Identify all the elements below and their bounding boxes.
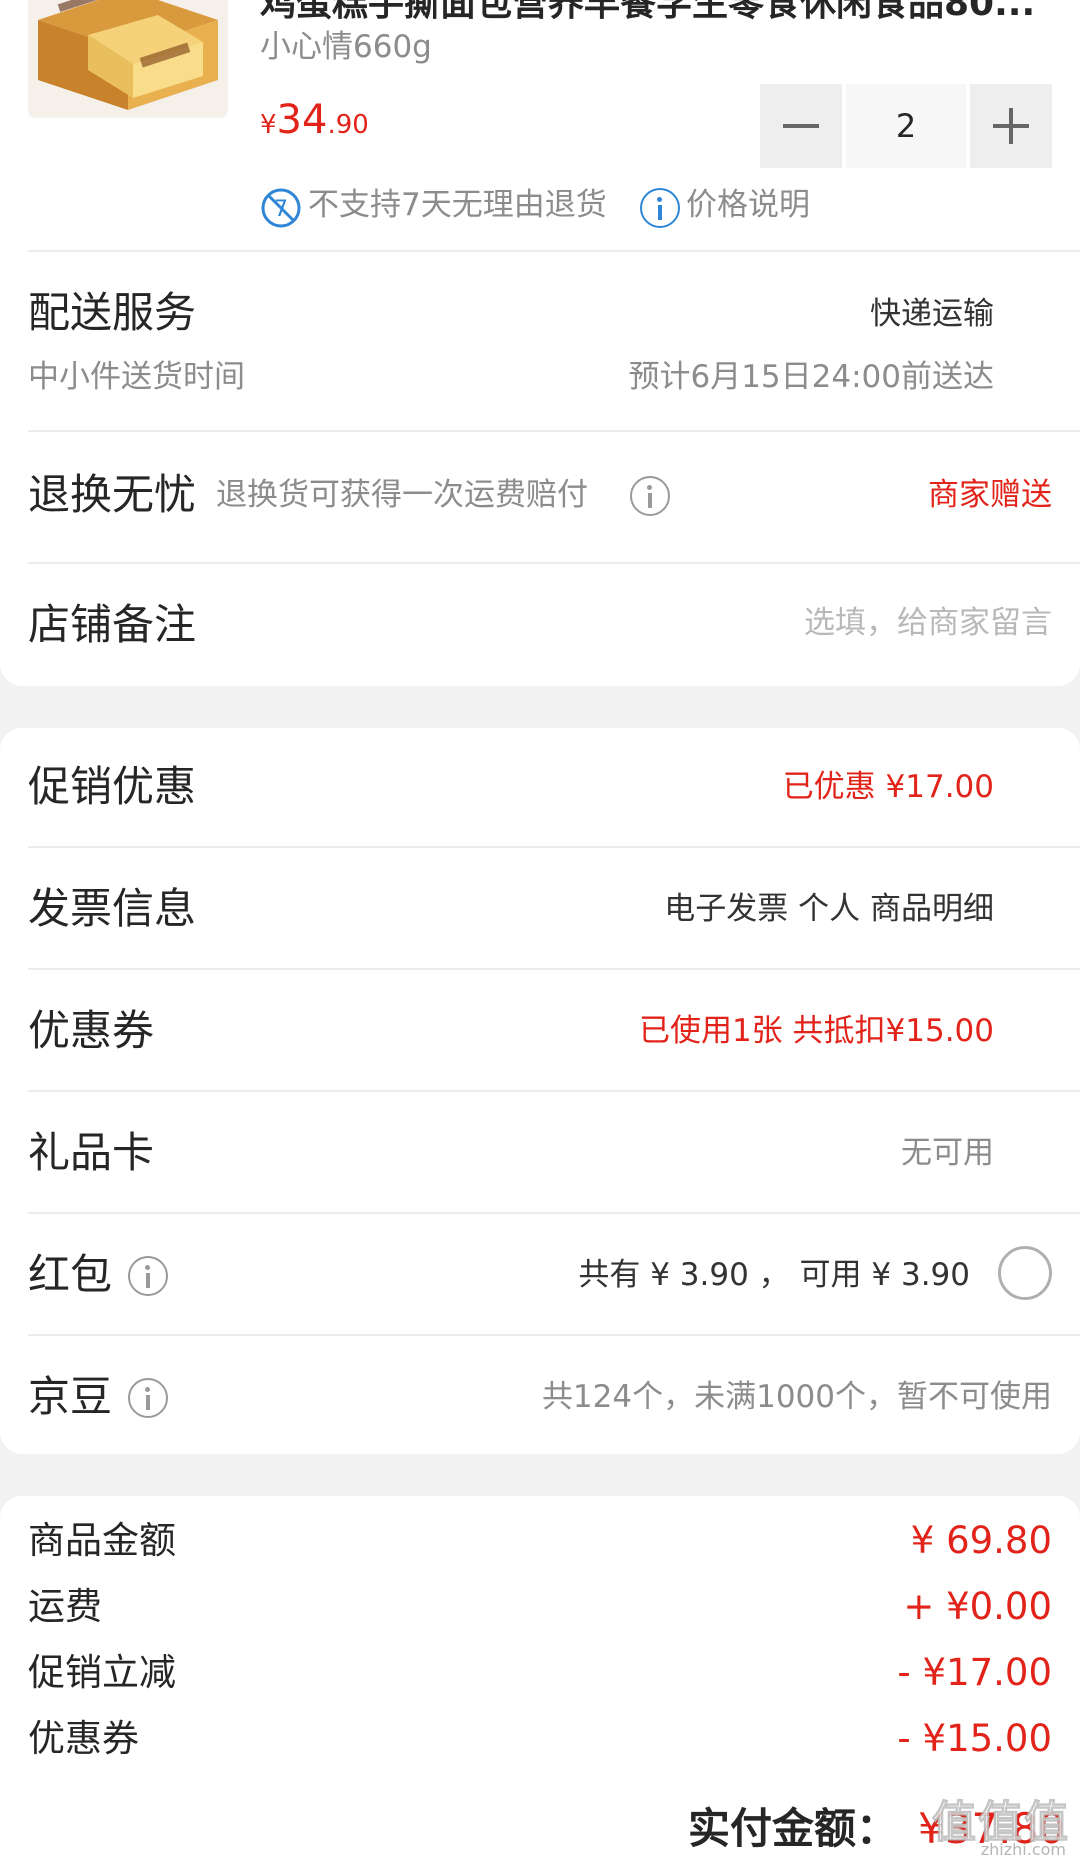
price-summary-card: 商品金额 ¥ 69.80 运费 + ¥0.00 促销立减 - ¥17.00 优惠…	[0, 1496, 1080, 1864]
divider	[28, 1212, 1080, 1214]
gift-card-value: 无可用	[901, 1135, 994, 1171]
minus-icon	[783, 124, 819, 128]
product-price: ¥34.90	[260, 100, 369, 140]
jd-beans-value: 共124个，未满1000个，暂不可使用	[541, 1379, 1052, 1415]
order-shop-card: 鸡蛋糕手撕面包营养早餐学生零食休闲食品80... 小心情660g ¥34.90 …	[0, 0, 1080, 686]
delivery-eta: 预计6月15日24:00前送达	[628, 359, 994, 395]
product-image	[28, 0, 228, 118]
shipping-value: + ¥0.00	[903, 1585, 1052, 1628]
invoice-value: 电子发票 个人 商品明细	[664, 891, 994, 927]
divider	[28, 562, 1080, 564]
return-service-label: 退换无忧	[28, 470, 197, 519]
delivery-label: 配送服务	[28, 288, 197, 337]
total-label: 实付金额：	[688, 1804, 899, 1853]
divider	[28, 1090, 1080, 1092]
coupon-value: 已使用1张 共抵扣¥15.00	[638, 1013, 994, 1049]
coupon-label: 优惠券	[28, 1006, 155, 1055]
promo-discount-value: - ¥17.00	[897, 1651, 1052, 1694]
divider	[28, 1334, 1080, 1336]
goods-amount-label: 商品金额	[28, 1519, 176, 1562]
price-symbol: ¥	[260, 110, 277, 140]
no-return-tag: 不支持7天无理由退货	[308, 187, 607, 223]
coupon-discount-label: 优惠券	[28, 1717, 139, 1760]
promotion-value: 已优惠 ¥17.00	[782, 769, 994, 805]
product-title[interactable]: 鸡蛋糕手撕面包营养早餐学生零食休闲食品80...	[260, 0, 1035, 22]
red-packet-label: 红包	[28, 1250, 113, 1299]
promo-discount-label: 促销立减	[28, 1651, 176, 1694]
jd-beans-label: 京豆	[28, 1372, 113, 1421]
gift-card-label: 礼品卡	[28, 1128, 155, 1177]
delivery-method: 快递运输	[870, 296, 994, 332]
price-integer: 34	[276, 97, 328, 143]
red-packet-value: 共有 ¥ 3.90 ， 可用 ¥ 3.90	[578, 1257, 970, 1293]
return-info-icon[interactable]	[630, 476, 670, 516]
red-packet-info-icon[interactable]	[128, 1256, 168, 1296]
jd-beans-info-icon[interactable]	[128, 1378, 168, 1418]
no-return-icon: 7	[261, 188, 301, 228]
coupon-discount-value: - ¥15.00	[897, 1717, 1052, 1760]
return-service-desc: 退换货可获得一次运费赔付	[216, 477, 588, 513]
quantity-stepper: 2	[760, 84, 1052, 168]
delivery-sublabel: 中小件送货时间	[28, 359, 245, 395]
divider	[28, 250, 1080, 252]
price-note-link[interactable]: 价格说明	[686, 190, 810, 221]
divider	[28, 846, 1080, 848]
divider	[28, 968, 1080, 970]
red-packet-radio[interactable]	[998, 1246, 1052, 1300]
store-note-label: 店铺备注	[28, 600, 197, 649]
quantity-field[interactable]: 2	[846, 84, 966, 168]
promotion-label: 促销优惠	[28, 762, 197, 811]
increase-quantity-button[interactable]	[970, 84, 1052, 168]
divider	[28, 430, 1080, 432]
watermark-url: zhizhi.com	[980, 1840, 1066, 1859]
order-options-card: 促销优惠 已优惠 ¥17.00 发票信息 电子发票 个人 商品明细 优惠券 已使…	[0, 728, 1080, 1454]
decrease-quantity-button[interactable]	[760, 84, 842, 168]
product-thumbnail[interactable]	[28, 0, 228, 118]
store-note-input[interactable]: 选填，给商家留言	[804, 608, 1052, 639]
price-decimal: .90	[327, 110, 369, 140]
product-variant: 小心情660g	[260, 29, 432, 65]
invoice-label: 发票信息	[28, 884, 197, 933]
price-info-icon[interactable]	[640, 188, 680, 228]
goods-amount-value: ¥ 69.80	[910, 1519, 1052, 1562]
shipping-label: 运费	[28, 1585, 102, 1628]
return-service-value: 商家赠送	[928, 477, 1052, 513]
